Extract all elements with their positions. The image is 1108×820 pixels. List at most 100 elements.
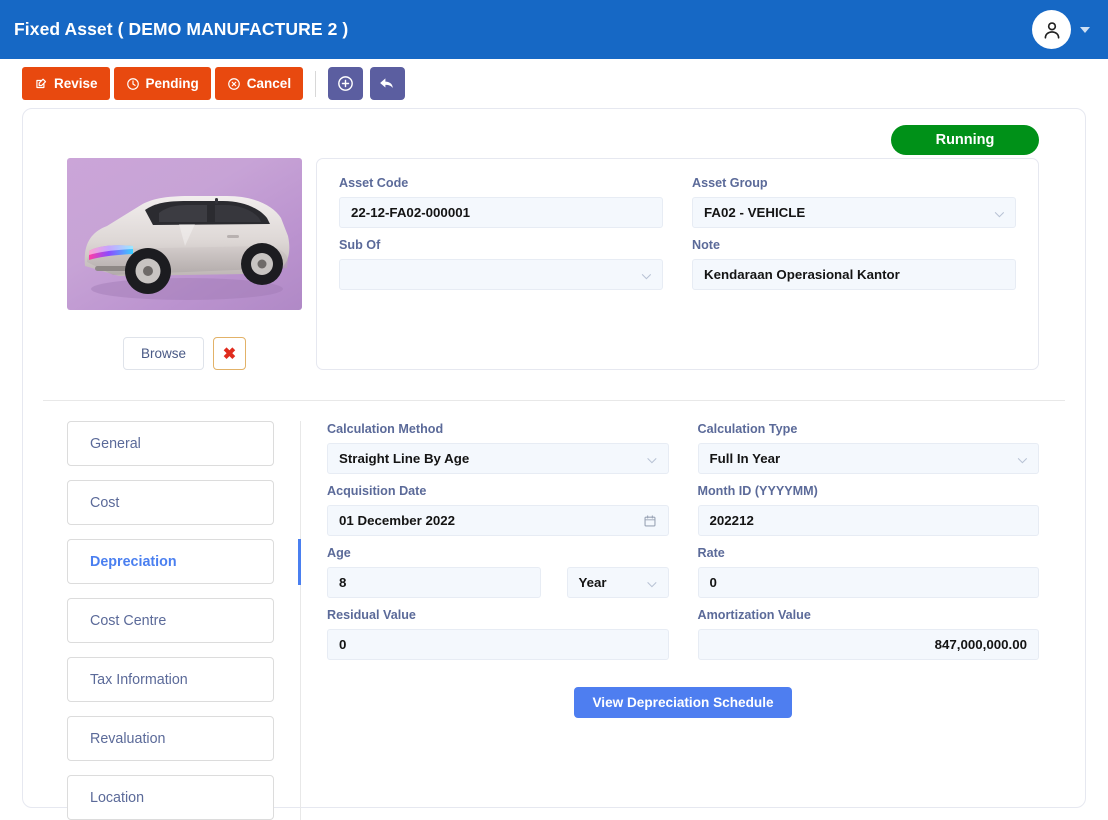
acquisition-date-value: 01 December 2022 bbox=[339, 513, 456, 528]
user-icon bbox=[1044, 21, 1059, 39]
tab-list: General Cost Depreciation Cost Centre Ta… bbox=[67, 421, 301, 820]
user-menu[interactable] bbox=[1032, 10, 1090, 49]
calendar-icon[interactable] bbox=[643, 514, 657, 528]
avatar[interactable] bbox=[1032, 10, 1071, 49]
sub-of-select[interactable]: ⌵ bbox=[339, 259, 663, 290]
status-row: Running bbox=[43, 125, 1065, 155]
field-amortization-value: Amortization Value 847,000,000.00 bbox=[697, 607, 1039, 660]
photo-actions: Browse ✖ bbox=[67, 337, 302, 370]
cancel-button[interactable]: Cancel bbox=[214, 67, 304, 100]
active-tab-indicator bbox=[298, 539, 301, 585]
age-row: 8 Year ⌵ bbox=[327, 567, 669, 598]
back-button[interactable] bbox=[370, 67, 406, 100]
month-id-input[interactable]: 202212 bbox=[697, 505, 1039, 536]
age-input[interactable]: 8 bbox=[327, 567, 541, 598]
asset-card: Running Browse ✖ Asset Code 22-12-FA02-0… bbox=[22, 108, 1086, 820]
depreciation-form: Calculation Method Straight Line By Age … bbox=[301, 421, 1065, 820]
tab-label: Cost Centre bbox=[90, 612, 167, 629]
rate-input[interactable]: 0 bbox=[697, 567, 1039, 598]
sidebar-item-revaluation[interactable]: Revaluation bbox=[67, 716, 274, 761]
delete-photo-button[interactable]: ✖ bbox=[213, 337, 246, 370]
residual-value-input[interactable]: 0 bbox=[327, 629, 669, 660]
sidebar-item-cost-centre[interactable]: Cost Centre bbox=[67, 598, 274, 643]
circle-x-icon bbox=[227, 77, 240, 90]
sidebar-item-cost[interactable]: Cost bbox=[67, 480, 274, 525]
field-age: Age 8 Year ⌵ bbox=[327, 545, 669, 598]
depreciation-grid: Calculation Method Straight Line By Age … bbox=[327, 421, 1039, 660]
field-rate: Rate 0 bbox=[697, 545, 1039, 598]
calculation-type-select[interactable]: Full In Year ⌵ bbox=[697, 443, 1039, 474]
field-acquisition-date: Acquisition Date 01 December 2022 bbox=[327, 483, 669, 536]
top-section: Browse ✖ Asset Code 22-12-FA02-000001 As… bbox=[43, 158, 1065, 370]
chevron-down-icon: ⌵ bbox=[647, 451, 657, 466]
age-value: 8 bbox=[339, 575, 347, 590]
tab-label: Depreciation bbox=[90, 553, 177, 570]
app-header: Fixed Asset ( DEMO MANUFACTURE 2 ) bbox=[0, 0, 1108, 59]
pending-button[interactable]: Pending bbox=[113, 67, 211, 100]
field-month-id: Month ID (YYYYMM) 202212 bbox=[697, 483, 1039, 536]
asset-code-value: 22-12-FA02-000001 bbox=[351, 205, 471, 220]
chevron-down-icon: ⌵ bbox=[647, 575, 657, 590]
sub-of-label: Sub Of bbox=[339, 238, 381, 252]
plus-circle-icon bbox=[338, 76, 353, 91]
revise-label: Revise bbox=[54, 76, 98, 91]
chevron-down-icon: ⌵ bbox=[1017, 451, 1027, 466]
asset-code-input[interactable]: 22-12-FA02-000001 bbox=[339, 197, 663, 228]
field-calculation-method: Calculation Method Straight Line By Age … bbox=[327, 421, 669, 474]
vehicle-photo bbox=[67, 158, 302, 310]
tab-label: Tax Information bbox=[90, 671, 188, 688]
sidebar-item-tax-information[interactable]: Tax Information bbox=[67, 657, 274, 702]
asset-info-box: Asset Code 22-12-FA02-000001 Asset Group… bbox=[316, 158, 1039, 370]
view-depreciation-schedule-button[interactable]: View Depreciation Schedule bbox=[574, 687, 792, 718]
note-value: Kendaraan Operasional Kantor bbox=[704, 267, 900, 282]
field-sub-of: Sub Of ⌵ bbox=[339, 237, 663, 290]
age-unit-select[interactable]: Year ⌵ bbox=[566, 567, 669, 598]
calculation-method-value: Straight Line By Age bbox=[339, 451, 470, 466]
amortization-value-label: Amortization Value bbox=[697, 608, 811, 622]
cancel-label: Cancel bbox=[246, 76, 292, 91]
amortization-value-input[interactable]: 847,000,000.00 bbox=[697, 629, 1039, 660]
photo-column: Browse ✖ bbox=[67, 158, 302, 370]
status-badge: Running bbox=[891, 125, 1039, 155]
residual-value-value: 0 bbox=[339, 637, 347, 652]
clock-icon bbox=[126, 77, 139, 90]
field-asset-group: Asset Group FA02 - VEHICLE ⌵ bbox=[692, 175, 1016, 228]
lower-section: General Cost Depreciation Cost Centre Ta… bbox=[43, 421, 1065, 820]
pending-label: Pending bbox=[145, 76, 199, 91]
toolbar-divider bbox=[315, 70, 317, 97]
calculation-method-select[interactable]: Straight Line By Age ⌵ bbox=[327, 443, 669, 474]
revise-button[interactable]: Revise bbox=[22, 67, 110, 100]
chevron-down-icon: ⌵ bbox=[994, 205, 1004, 220]
page-body: Running Browse ✖ Asset Code 22-12-FA02-0… bbox=[0, 108, 1108, 820]
sidebar-item-location[interactable]: Location bbox=[67, 775, 274, 820]
tab-label: Location bbox=[90, 789, 145, 806]
rate-label: Rate bbox=[697, 546, 725, 560]
age-label: Age bbox=[327, 546, 351, 560]
sidebar-item-depreciation[interactable]: Depreciation bbox=[67, 539, 274, 584]
add-button[interactable] bbox=[328, 67, 364, 100]
tab-label: Revaluation bbox=[90, 730, 166, 747]
note-input[interactable]: Kendaraan Operasional Kantor bbox=[692, 259, 1016, 290]
asset-group-select[interactable]: FA02 - VEHICLE ⌵ bbox=[692, 197, 1016, 228]
sidebar-item-general[interactable]: General bbox=[67, 421, 274, 466]
edit-square-icon bbox=[36, 78, 47, 88]
field-asset-code: Asset Code 22-12-FA02-000001 bbox=[339, 175, 663, 228]
age-unit-value: Year bbox=[578, 575, 607, 590]
tab-label: Cost bbox=[90, 494, 120, 511]
residual-value-label: Residual Value bbox=[327, 608, 416, 622]
tab-label: General bbox=[90, 435, 141, 452]
acquisition-date-label: Acquisition Date bbox=[327, 484, 427, 498]
amortization-value-value: 847,000,000.00 bbox=[934, 637, 1027, 652]
note-label: Note bbox=[692, 238, 720, 252]
section-divider bbox=[43, 400, 1065, 401]
action-toolbar: Revise Pending Cancel bbox=[0, 59, 1108, 108]
browse-button[interactable]: Browse bbox=[122, 337, 204, 370]
acquisition-date-input[interactable]: 01 December 2022 bbox=[327, 505, 669, 536]
calculation-method-label: Calculation Method bbox=[327, 422, 444, 436]
chevron-down-icon[interactable] bbox=[1080, 26, 1090, 33]
calculation-type-label: Calculation Type bbox=[697, 422, 798, 436]
asset-group-label: Asset Group bbox=[692, 176, 768, 190]
asset-group-value: FA02 - VEHICLE bbox=[704, 205, 806, 220]
calculation-type-value: Full In Year bbox=[709, 451, 781, 466]
month-id-label: Month ID (YYYYMM) bbox=[697, 484, 818, 498]
